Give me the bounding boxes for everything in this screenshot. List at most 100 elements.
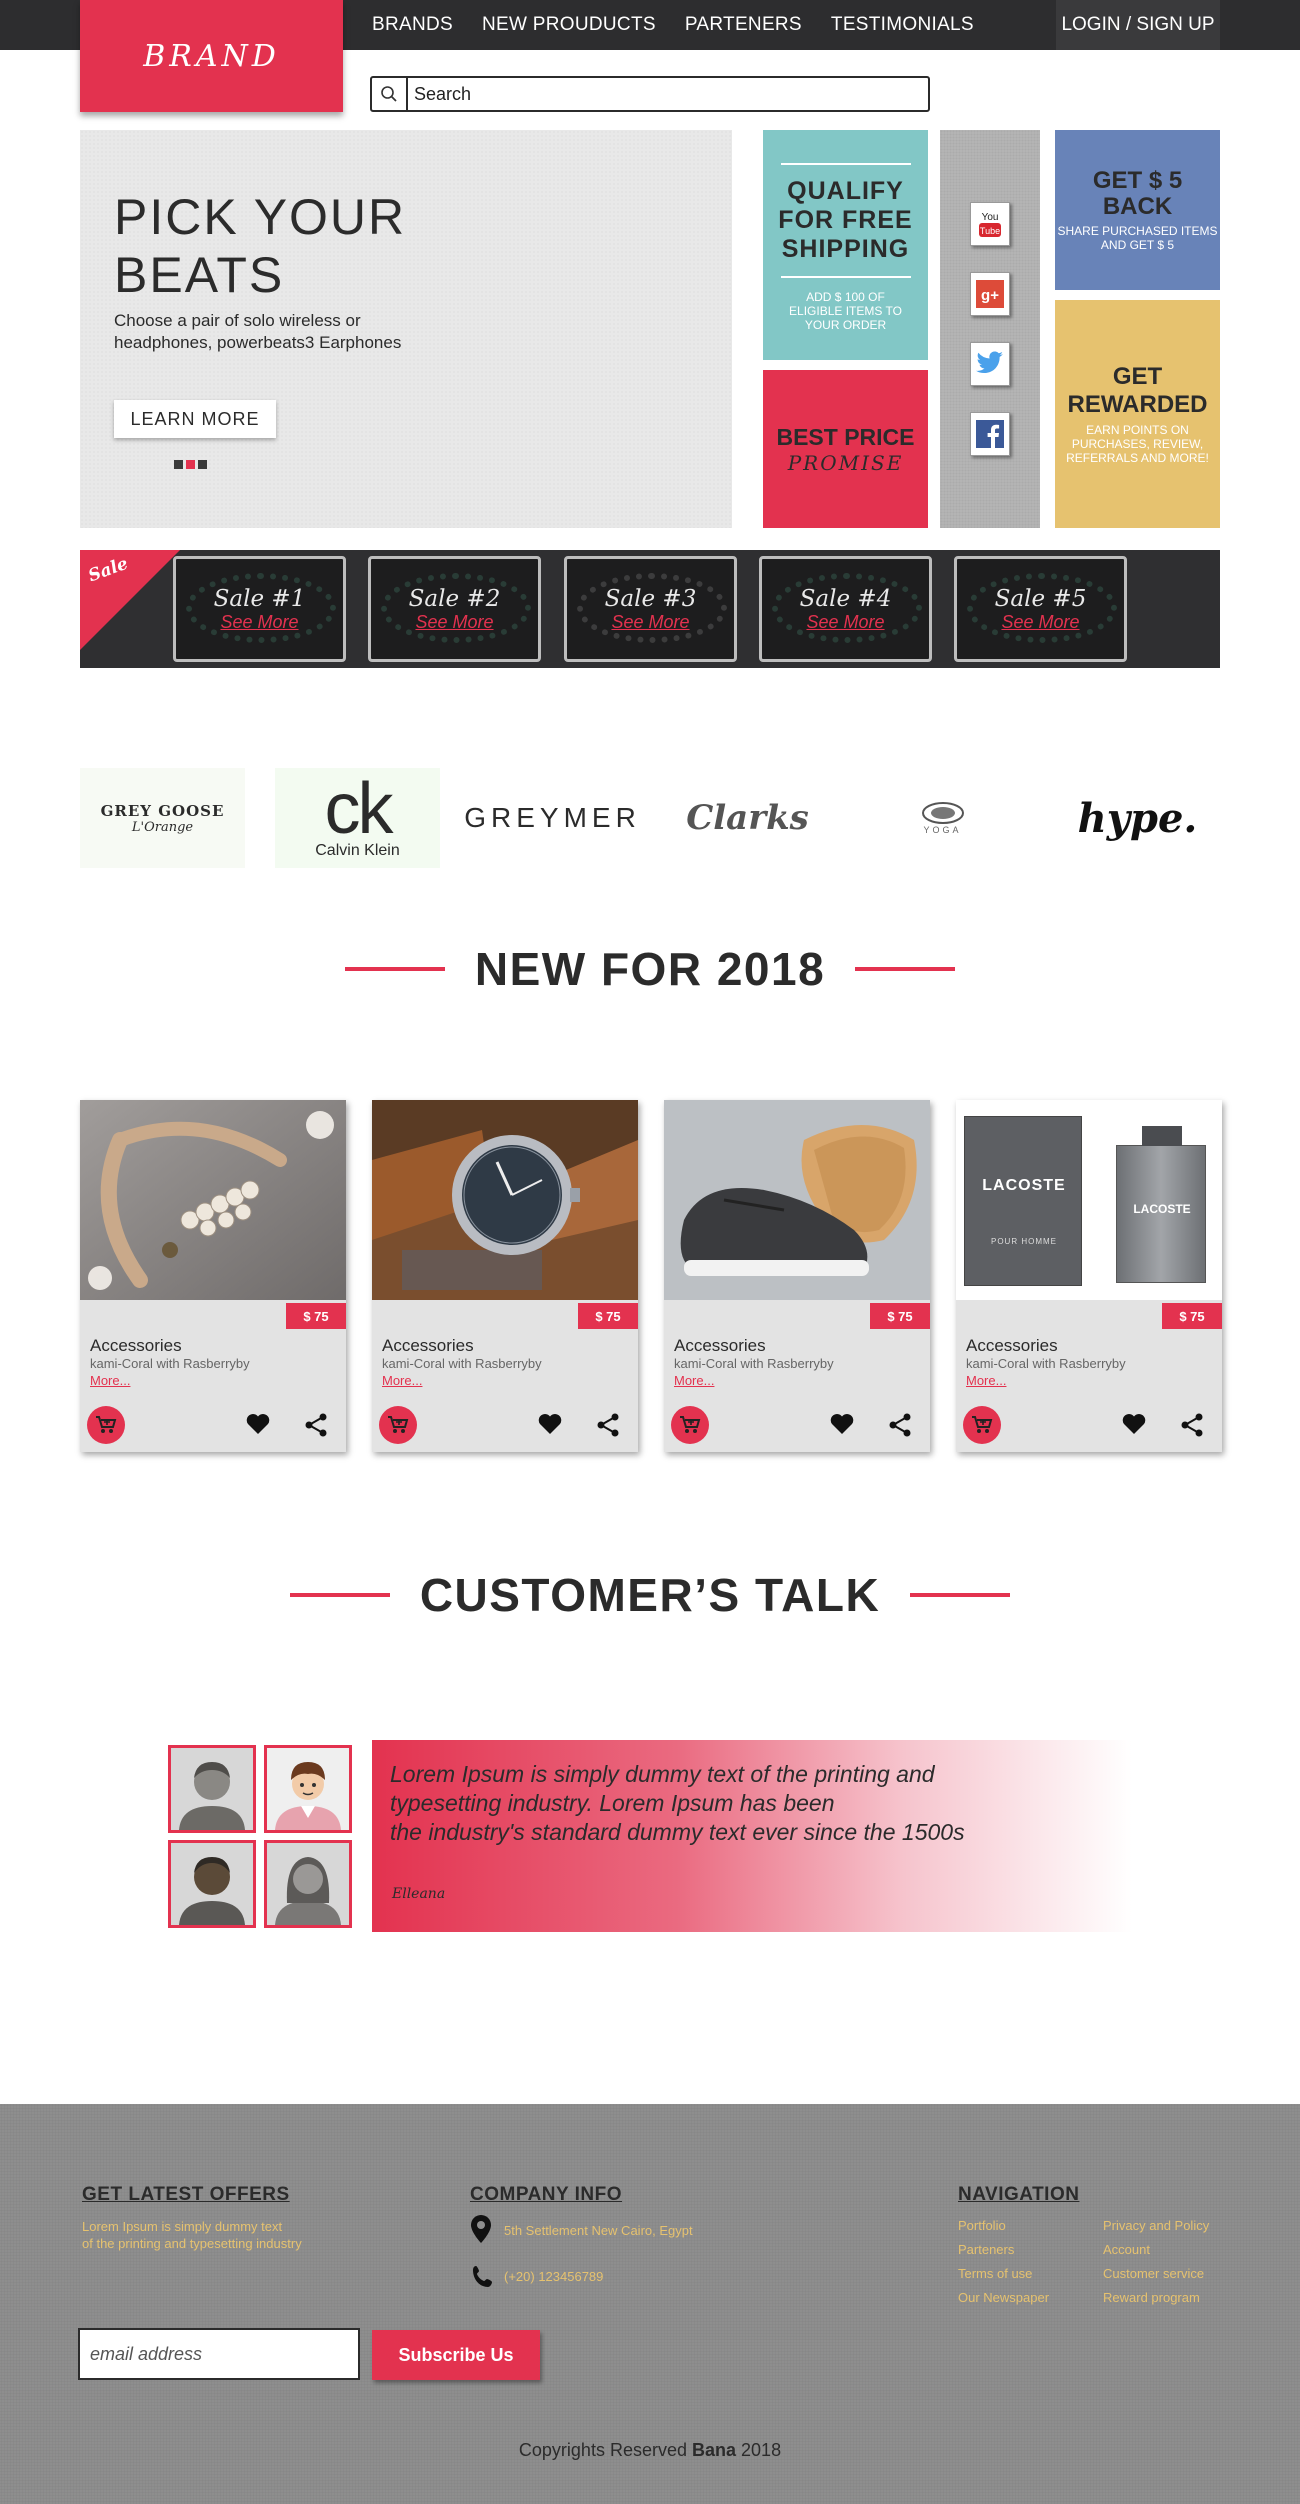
product-more-link[interactable]: More... bbox=[966, 1373, 1006, 1388]
heart-icon[interactable] bbox=[246, 1413, 270, 1440]
footer-link-partners[interactable]: Parteners bbox=[958, 2242, 1014, 2257]
see-more-link[interactable]: See More bbox=[415, 612, 493, 633]
see-more-link[interactable]: See More bbox=[220, 612, 298, 633]
yoga-logo[interactable]: YOGA bbox=[860, 768, 1025, 868]
sale-strip: Sale Sale #1 See More Sale #2 See More S… bbox=[80, 550, 1220, 668]
nav-testimonials[interactable]: TESTIMONIALS bbox=[831, 14, 974, 36]
company-heading: COMPANY INFO bbox=[470, 2184, 623, 2205]
footer-link-terms[interactable]: Terms of use bbox=[958, 2266, 1032, 2281]
greymer-logo[interactable]: GREYMER bbox=[464, 768, 636, 868]
product-card[interactable]: $ 75 Accessories kami-Coral with Rasberr… bbox=[664, 1100, 930, 1452]
sale-card-4[interactable]: Sale #4 See More bbox=[759, 556, 932, 662]
nav-new-products[interactable]: NEW PROUDUCTS bbox=[482, 14, 656, 36]
grey-goose-logo[interactable]: GREY GOOSE L'Orange bbox=[80, 768, 245, 868]
product-more-link[interactable]: More... bbox=[674, 1373, 714, 1388]
product-category: Accessories bbox=[966, 1336, 1058, 1355]
cashback-text: SHARE PURCHASED ITEMS AND GET $ 5 bbox=[1057, 224, 1218, 252]
heading-line-right bbox=[855, 967, 956, 971]
share-icon[interactable] bbox=[596, 1413, 620, 1442]
divider bbox=[780, 275, 911, 278]
nav-partners[interactable]: PARTENERS bbox=[685, 14, 802, 36]
svg-text:g+: g+ bbox=[981, 287, 999, 304]
footer-link-newspaper[interactable]: Our Newspaper bbox=[958, 2290, 1049, 2305]
login-signup-button[interactable]: LOGIN / SIGN UP bbox=[1056, 0, 1220, 50]
product-image-perfume[interactable]: LACOSTE POUR HOMME LACOSTE bbox=[956, 1100, 1222, 1300]
location-pin-icon bbox=[470, 2214, 492, 2249]
cashback-title: GET $ 5 BACK bbox=[1092, 167, 1183, 220]
best-price-title: BEST PRICE bbox=[776, 423, 915, 450]
search-input[interactable] bbox=[408, 83, 908, 105]
perfume-box-sub: POUR HOMME bbox=[991, 1237, 1057, 1246]
carousel-dot[interactable] bbox=[198, 460, 207, 469]
learn-more-button[interactable]: LEARN MORE bbox=[114, 400, 276, 438]
customer-avatar-2[interactable] bbox=[264, 1745, 352, 1833]
subscribe-button[interactable]: Subscribe Us bbox=[372, 2330, 540, 2380]
free-shipping-title: QUALIFY FOR FREE SHIPPING bbox=[778, 176, 913, 263]
add-to-cart-icon[interactable] bbox=[963, 1406, 1001, 1444]
product-more-link[interactable]: More... bbox=[90, 1373, 130, 1388]
talk-section-heading: CUSTOMER’S TALK bbox=[0, 1568, 1300, 1622]
see-more-link[interactable]: See More bbox=[806, 612, 884, 633]
footer-link-portfolio[interactable]: Portfolio bbox=[958, 2218, 1006, 2233]
product-image-sneakers[interactable] bbox=[664, 1100, 930, 1300]
calvin-klein-logo[interactable]: ck Calvin Klein bbox=[275, 768, 440, 868]
sale-card-3[interactable]: Sale #3 See More bbox=[564, 556, 737, 662]
youtube-icon[interactable]: You Tube bbox=[970, 202, 1010, 246]
rewards-tile[interactable]: GET REWARDED EARN POINTS ON PURCHASES, R… bbox=[1055, 300, 1220, 528]
product-name: kami-Coral with Rasberryby bbox=[382, 1356, 542, 1371]
hype-logo[interactable]: hype. bbox=[1055, 768, 1220, 868]
share-icon[interactable] bbox=[1180, 1413, 1204, 1442]
product-more-link[interactable]: More... bbox=[382, 1373, 422, 1388]
heart-icon[interactable] bbox=[830, 1413, 854, 1440]
product-image-bracelet[interactable] bbox=[80, 1100, 346, 1300]
sale-card-2[interactable]: Sale #2 See More bbox=[368, 556, 541, 662]
carousel-dot[interactable] bbox=[174, 460, 183, 469]
share-icon[interactable] bbox=[888, 1413, 912, 1442]
add-to-cart-icon[interactable] bbox=[671, 1406, 709, 1444]
carousel-dot-active[interactable] bbox=[186, 460, 195, 469]
footer-link-customer-service[interactable]: Customer service bbox=[1103, 2266, 1204, 2281]
google-plus-icon[interactable]: g+ bbox=[970, 272, 1010, 316]
footer-link-account[interactable]: Account bbox=[1103, 2242, 1150, 2257]
facebook-icon[interactable] bbox=[970, 412, 1010, 456]
rewards-text: EARN POINTS ON PURCHASES, REVIEW, REFERR… bbox=[1066, 423, 1209, 465]
yoga-text: YOGA bbox=[923, 825, 962, 835]
footer-link-privacy[interactable]: Privacy and Policy bbox=[1103, 2218, 1209, 2233]
clarks-logo[interactable]: Clarks bbox=[665, 768, 830, 868]
company-address: 5th Settlement New Cairo, Egypt bbox=[504, 2223, 693, 2238]
product-card[interactable]: LACOSTE POUR HOMME LACOSTE $ 75 Accessor… bbox=[956, 1100, 1222, 1452]
free-shipping-text: ADD $ 100 OF ELIGIBLE ITEMS TO YOUR ORDE… bbox=[789, 289, 902, 332]
search-icon[interactable] bbox=[372, 78, 408, 110]
product-card[interactable]: $ 75 Accessories kami-Coral with Rasberr… bbox=[80, 1100, 346, 1452]
see-more-link[interactable]: See More bbox=[1001, 612, 1079, 633]
sale-card-5[interactable]: Sale #5 See More bbox=[954, 556, 1127, 662]
cashback-tile[interactable]: GET $ 5 BACK SHARE PURCHASED ITEMS AND G… bbox=[1055, 130, 1220, 290]
heart-icon[interactable] bbox=[538, 1413, 562, 1440]
footer-link-reward-program[interactable]: Reward program bbox=[1103, 2290, 1200, 2305]
navigation-heading: NAVIGATION bbox=[958, 2184, 1080, 2205]
add-to-cart-icon[interactable] bbox=[379, 1406, 417, 1444]
talk-section-title: CUSTOMER’S TALK bbox=[419, 1569, 881, 1621]
twitter-icon[interactable] bbox=[970, 342, 1010, 386]
see-more-link[interactable]: See More bbox=[611, 612, 689, 633]
heart-icon[interactable] bbox=[1122, 1413, 1146, 1440]
customer-avatar-1[interactable] bbox=[168, 1745, 256, 1833]
brand-logo[interactable]: BRAND bbox=[80, 0, 343, 112]
ck-mark: ck bbox=[324, 769, 394, 849]
add-to-cart-icon[interactable] bbox=[87, 1406, 125, 1444]
free-shipping-tile[interactable]: QUALIFY FOR FREE SHIPPING ADD $ 100 OF E… bbox=[763, 130, 928, 360]
product-image-watch[interactable] bbox=[372, 1100, 638, 1300]
sale-card-1[interactable]: Sale #1 See More bbox=[173, 556, 346, 662]
best-price-tile[interactable]: BEST PRICE PROMISE bbox=[763, 370, 928, 528]
brand-logos: GREY GOOSE L'Orange ck Calvin Klein GREY… bbox=[80, 768, 1220, 868]
new-section-title: NEW FOR 2018 bbox=[474, 943, 826, 995]
product-card[interactable]: $ 75 Accessories kami-Coral with Rasberr… bbox=[372, 1100, 638, 1452]
customer-avatar-4[interactable] bbox=[264, 1840, 352, 1928]
main-nav: BRANDS NEW PROUDUCTS PARTENERS TESTIMONI… bbox=[372, 0, 974, 50]
customer-avatar-3[interactable] bbox=[168, 1840, 256, 1928]
email-field[interactable] bbox=[78, 2328, 360, 2380]
share-icon[interactable] bbox=[304, 1413, 328, 1442]
nav-brands[interactable]: BRANDS bbox=[372, 14, 453, 36]
testimonial-quote: Lorem Ipsum is simply dummy text of the … bbox=[372, 1740, 1132, 1932]
phone-icon bbox=[470, 2264, 496, 2295]
